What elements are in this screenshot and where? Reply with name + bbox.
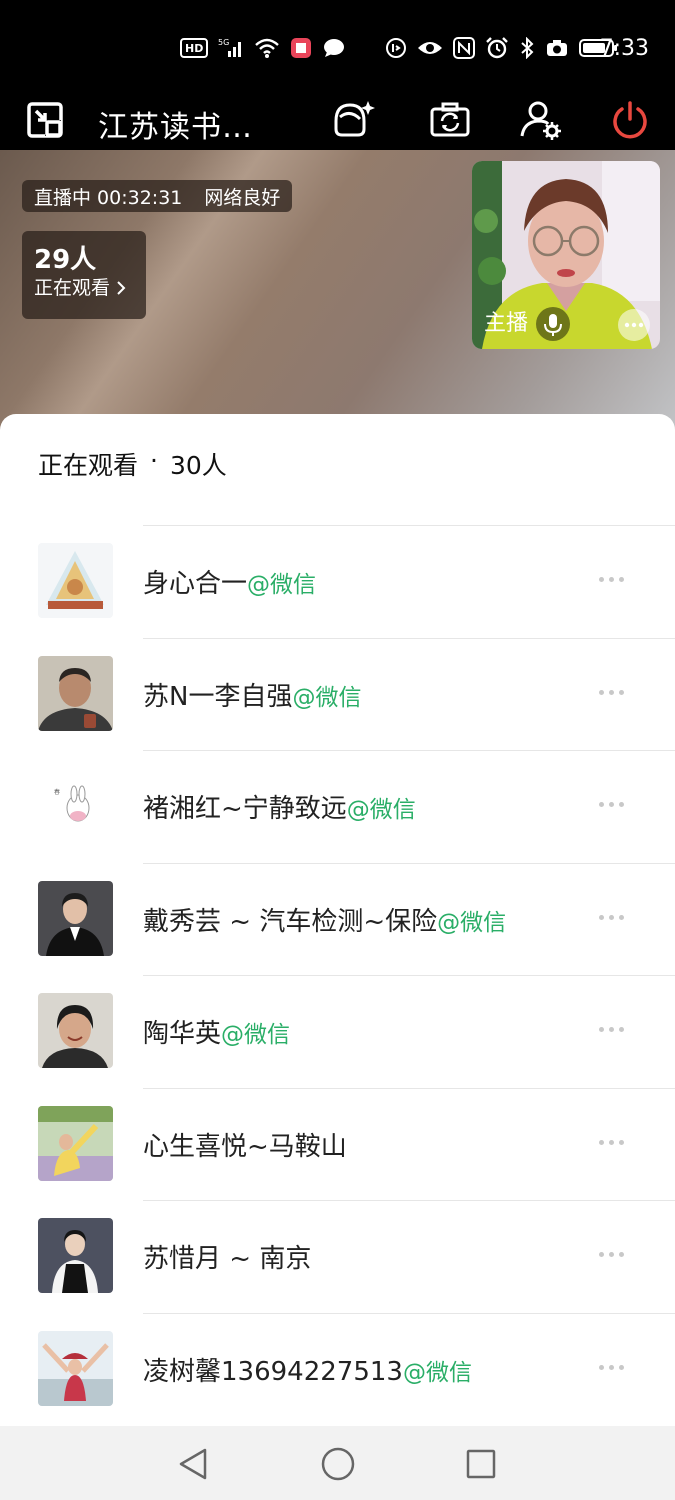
- switch-camera-icon[interactable]: [430, 100, 470, 140]
- list-item[interactable]: 凌树馨13694227513@微信: [0, 1312, 675, 1426]
- more-icon[interactable]: [599, 1027, 624, 1032]
- more-icon[interactable]: [599, 689, 624, 695]
- hd-icon: HD: [180, 38, 209, 58]
- live-duration: 直播中 00:32:31: [34, 186, 183, 209]
- eye-icon: [417, 34, 443, 62]
- list-item[interactable]: 戴秀芸 ~ 汽车检测~保险@微信: [0, 862, 675, 976]
- live-top-bar: 江苏读书…: [0, 100, 675, 150]
- more-icon[interactable]: [599, 1252, 624, 1257]
- nfc-clock-icon: [385, 34, 407, 62]
- viewer-name-text: 凌树馨13694227513: [143, 1356, 403, 1387]
- live-room-title: 江苏读书…: [98, 110, 253, 145]
- alarm-icon: [485, 34, 509, 62]
- viewer-name-text: 苏N一李自强: [143, 681, 293, 712]
- list-item[interactable]: 心生喜悦~马鞍山: [0, 1087, 675, 1201]
- sheet-viewer-count: 30人: [169, 451, 227, 480]
- guest-settings-icon[interactable]: [520, 100, 562, 140]
- more-icon[interactable]: [599, 802, 624, 807]
- avatar: [38, 993, 113, 1068]
- network-status: 网络良好: [204, 186, 281, 209]
- chat-bubble-icon: [322, 34, 346, 62]
- host-label: 主播: [484, 311, 529, 336]
- back-icon[interactable]: [173, 1444, 213, 1484]
- viewer-list-sheet: 正在观看 · 30人 身心合一@微信 苏N一李自强@微信 春 褚湘红~宁静致远@…: [0, 414, 675, 1426]
- system-nav-bar: [0, 1426, 675, 1500]
- status-icons-right: [385, 34, 619, 62]
- viewer-name-text: 心生喜悦~马鞍山: [143, 1131, 347, 1162]
- viewer-list: 身心合一@微信 苏N一李自强@微信 春 褚湘红~宁静致远@微信 戴秀芸 ~ 汽车…: [0, 525, 675, 1425]
- svg-text:春: 春: [54, 788, 60, 796]
- sheet-title-separator: ·: [150, 446, 158, 475]
- more-icon[interactable]: [599, 1139, 624, 1145]
- power-icon[interactable]: [610, 100, 650, 140]
- status-icons-left: HD 5G: [180, 34, 346, 62]
- list-item[interactable]: 春 褚湘红~宁静致远@微信: [0, 750, 675, 863]
- viewer-count-label: 正在观看: [34, 277, 111, 299]
- wechat-tag: @微信: [437, 909, 507, 936]
- microphone-icon[interactable]: [536, 307, 570, 341]
- bluetooth-icon: [519, 34, 535, 62]
- list-item[interactable]: 陶华英@微信: [0, 975, 675, 1088]
- more-icon[interactable]: [599, 914, 624, 920]
- clock: 7:33: [599, 36, 649, 61]
- list-item[interactable]: 苏惜月 ~ 南京: [0, 1200, 675, 1313]
- signal-icon: 5G: [218, 34, 244, 62]
- viewer-name-text: 苏惜月 ~ 南京: [143, 1244, 312, 1274]
- viewer-name: 凌树馨13694227513@微信: [143, 1351, 472, 1388]
- viewer-name-text: 陶华英: [143, 1019, 222, 1049]
- viewer-name: 陶华英@微信: [143, 1013, 290, 1050]
- viewer-count-button[interactable]: 29人 正在观看: [22, 231, 146, 319]
- viewer-name-text: 戴秀芸 ~ 汽车检测~保险: [143, 906, 438, 937]
- viewer-count-label-row: 正在观看: [34, 275, 134, 301]
- avatar: 春: [38, 768, 113, 843]
- nfc-icon: [453, 34, 475, 62]
- viewer-name-text: 身心合一: [143, 569, 248, 599]
- viewer-name: 身心合一@微信: [143, 563, 316, 600]
- more-options-icon[interactable]: [618, 309, 650, 341]
- viewer-name: 褚湘红~宁静致远@微信: [143, 788, 416, 825]
- book-app-icon: [290, 34, 312, 62]
- list-item[interactable]: 身心合一@微信: [0, 525, 675, 638]
- live-status-pill: 直播中 00:32:31 网络良好: [22, 180, 293, 212]
- viewer-name: 苏N一李自强@微信: [143, 676, 361, 713]
- avatar: [38, 543, 113, 618]
- wifi-icon: [254, 34, 280, 62]
- camera-icon: [545, 34, 569, 62]
- chevron-right-icon: [117, 281, 126, 295]
- viewer-count: 29人: [34, 245, 97, 275]
- minimize-window-icon[interactable]: [26, 100, 64, 140]
- beauty-filter-icon[interactable]: [330, 100, 376, 140]
- status-bar: HD 5G 7:33: [0, 0, 675, 100]
- wechat-tag: @微信: [402, 1359, 472, 1386]
- viewer-name: 苏惜月 ~ 南京: [143, 1238, 311, 1275]
- viewer-name: 心生喜悦~马鞍山: [143, 1126, 347, 1163]
- list-item[interactable]: 苏N一李自强@微信: [0, 637, 675, 751]
- viewer-name: 戴秀芸 ~ 汽车检测~保险@微信: [143, 901, 506, 938]
- wechat-tag: @微信: [247, 572, 317, 598]
- live-video-area: 直播中 00:32:31 网络良好 29人 正在观看 主播: [0, 150, 675, 440]
- viewer-name-text: 褚湘红~宁静致远: [143, 794, 347, 824]
- network-type-label: 5G: [218, 38, 229, 47]
- wechat-tag: @微信: [346, 797, 416, 823]
- sheet-title-label: 正在观看: [38, 451, 139, 480]
- home-icon[interactable]: [318, 1444, 358, 1484]
- avatar: [38, 1105, 113, 1181]
- more-icon[interactable]: [599, 577, 624, 582]
- sheet-title: 正在观看 · 30人: [38, 446, 227, 482]
- more-icon[interactable]: [599, 1364, 624, 1370]
- recents-icon[interactable]: [461, 1444, 501, 1484]
- avatar: [38, 880, 113, 956]
- wechat-tag: @微信: [221, 1022, 291, 1048]
- avatar: [38, 655, 113, 731]
- host-video-window[interactable]: 主播: [472, 161, 660, 349]
- avatar: [38, 1330, 113, 1406]
- wechat-tag: @微信: [292, 684, 362, 711]
- avatar: [38, 1218, 113, 1293]
